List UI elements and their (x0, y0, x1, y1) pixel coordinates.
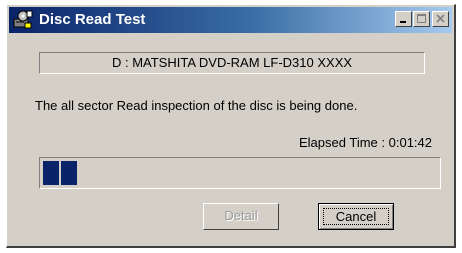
minimize-icon (400, 21, 406, 23)
progress-block (43, 161, 59, 185)
cancel-button-label: Cancel (323, 208, 389, 225)
progress-bar (39, 157, 441, 189)
disc-read-test-window: Disc Read Test D : MATSHITA DVD-RAM LF-D… (6, 4, 456, 248)
progress-block (61, 161, 77, 185)
minimize-button[interactable] (395, 11, 412, 27)
close-icon (436, 14, 445, 23)
elapsed-time: Elapsed Time : 0:01:42 (299, 135, 432, 150)
disc-drive-icon (13, 10, 33, 30)
device-name-field: D : MATSHITA DVD-RAM LF-D310 XXXX (39, 52, 425, 74)
maximize-button[interactable] (413, 11, 430, 27)
maximize-icon (417, 14, 426, 23)
cancel-button[interactable]: Cancel (318, 203, 394, 230)
elapsed-time-value: 0:01:42 (388, 135, 432, 150)
progress-track (43, 161, 437, 185)
elapsed-time-label: Elapsed Time : (299, 135, 385, 150)
detail-button[interactable]: Detail (203, 203, 279, 230)
close-button[interactable] (432, 11, 449, 27)
title-bar[interactable]: Disc Read Test (9, 7, 452, 33)
window-title: Disc Read Test (39, 11, 146, 28)
status-message: The all sector Read inspection of the di… (35, 98, 358, 113)
